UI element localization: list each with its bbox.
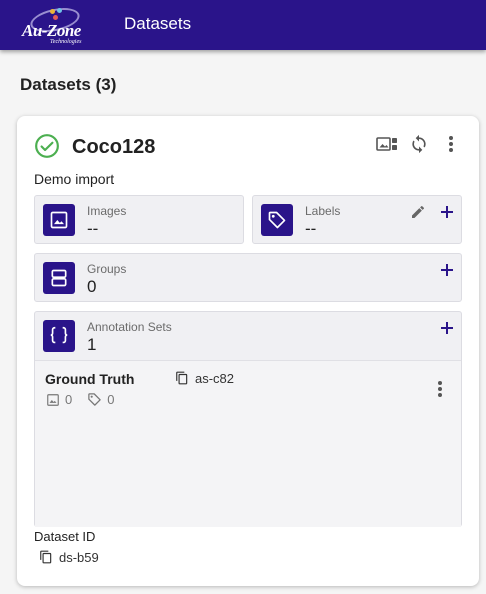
annotation-image-count: 0	[65, 392, 73, 407]
annotation-more-icon[interactable]	[430, 379, 450, 399]
label-tag-icon	[261, 204, 293, 236]
images-label: Images	[87, 204, 127, 218]
more-vert-icon[interactable]	[439, 132, 463, 156]
dataset-card: Coco128 Demo import Images -- Labels -- …	[17, 116, 479, 586]
image-icon	[43, 204, 75, 236]
dataset-id[interactable]: ds-b59	[39, 549, 99, 565]
groups-tile[interactable]: Groups 0	[34, 253, 462, 302]
images-tile[interactable]: Images --	[34, 195, 244, 244]
label-tag-icon	[88, 393, 101, 406]
app-title: Datasets	[124, 14, 192, 33]
annotation-sets-label: Annotation Sets	[87, 320, 172, 334]
groups-label: Groups	[87, 262, 127, 276]
groups-value: 0	[87, 277, 97, 296]
labels-tile[interactable]: Labels --	[252, 195, 462, 244]
add-annotation-set-icon[interactable]	[437, 318, 457, 338]
edit-labels-icon[interactable]	[408, 202, 428, 222]
labels-label: Labels	[305, 204, 341, 218]
dataset-id-text: ds-b59	[59, 549, 99, 565]
logo-tagline: Technologies	[50, 39, 82, 45]
au-zone-logo[interactable]: Au-Zone Technologies	[20, 4, 84, 45]
annotation-set-id-text: as-c82	[195, 370, 235, 386]
gallery-icon[interactable]	[375, 132, 399, 156]
page-title: Datasets (3)	[20, 75, 117, 94]
add-label-icon[interactable]	[437, 202, 457, 222]
top-app-bar: Au-Zone Technologies Datasets	[0, 0, 486, 50]
annotation-set-name: Ground Truth	[45, 371, 135, 387]
annotation-set-id[interactable]: as-c82	[175, 370, 234, 386]
image-icon	[47, 393, 59, 406]
annotation-sets-tile: Annotation Sets 1 Ground Truth as-c82 0	[34, 311, 462, 527]
dataset-id-label: Dataset ID	[34, 529, 96, 544]
check-circle-icon	[35, 134, 59, 158]
copy-icon[interactable]	[39, 549, 53, 565]
copy-icon[interactable]	[175, 370, 189, 386]
sync-icon[interactable]	[407, 132, 431, 156]
images-value: --	[87, 219, 99, 238]
dataset-name: Coco128	[72, 136, 156, 158]
logo-text: Au-Zone	[22, 21, 81, 40]
annotation-label-count: 0	[107, 392, 115, 407]
annotation-sets-value: 1	[87, 335, 97, 354]
annotation-set-row[interactable]: Ground Truth as-c82 0 0	[35, 360, 461, 527]
add-group-icon[interactable]	[437, 260, 457, 280]
braces-icon	[43, 320, 75, 352]
labels-value: --	[305, 219, 317, 238]
dataset-description: Demo import	[34, 171, 115, 187]
annotation-set-stats: 0 0	[46, 392, 114, 407]
groups-icon	[43, 262, 75, 294]
